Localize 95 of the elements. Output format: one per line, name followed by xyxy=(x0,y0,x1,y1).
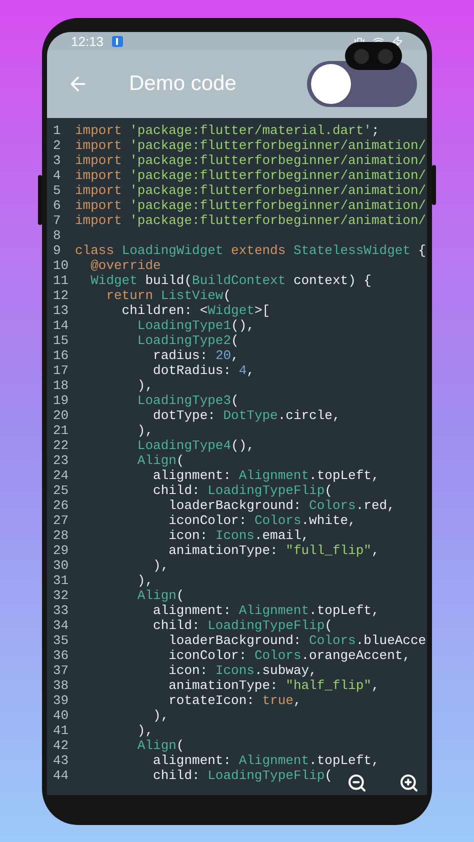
line-number: 40 xyxy=(53,708,70,723)
code-line: import 'package:flutter/material.dart'; xyxy=(75,123,380,138)
code-line: dotRadius: 4, xyxy=(152,363,254,378)
status-time: 12:13 xyxy=(71,34,104,48)
line-number: 33 xyxy=(53,603,70,618)
line-number: 43 xyxy=(53,753,70,768)
code-line: Align( xyxy=(136,453,184,468)
code-line: ), xyxy=(136,423,154,438)
code-line: loaderBackground: Colors.red, xyxy=(168,498,395,513)
code-line: alignment: Alignment.topLeft, xyxy=(152,753,380,768)
code-line: import 'package:flutterforbeginner/animation/ xyxy=(75,213,426,228)
line-number: 6 xyxy=(53,198,62,213)
code-line: dotType: DotType.circle, xyxy=(152,408,340,423)
line-number: 10 xyxy=(53,258,70,273)
code-line: alignment: Alignment.topLeft, xyxy=(152,603,380,618)
line-number: 22 xyxy=(53,438,70,453)
code-line: child: LoadingTypeFlip( xyxy=(152,768,332,783)
usb-icon xyxy=(112,36,123,46)
code-line: ), xyxy=(152,708,169,723)
code-line: iconColor: Colors.orangeAccent, xyxy=(168,648,410,663)
code-line: import 'package:flutterforbeginner/animation/ xyxy=(75,168,426,183)
theme-switch[interactable] xyxy=(307,61,417,107)
line-number: 20 xyxy=(53,408,70,423)
line-number: 31 xyxy=(53,573,70,588)
code-line: icon: Icons.email, xyxy=(168,528,310,543)
line-number: 25 xyxy=(53,483,70,498)
line-number: 26 xyxy=(53,498,70,513)
zoom-in-button[interactable] xyxy=(399,773,419,793)
line-number: 34 xyxy=(53,618,70,633)
code-line: @override xyxy=(90,258,161,273)
code-line: Align( xyxy=(136,738,184,753)
line-number: 21 xyxy=(53,423,70,438)
line-number: 4 xyxy=(53,168,62,183)
code-line: animationType: "half_flip", xyxy=(168,678,380,693)
line-number: 27 xyxy=(53,513,70,528)
line-number: 3 xyxy=(53,153,62,168)
line-number: 24 xyxy=(53,468,70,483)
line-number: 39 xyxy=(53,693,70,708)
code-line: LoadingType2( xyxy=(136,333,239,348)
line-number: 32 xyxy=(53,588,70,603)
code-line: ), xyxy=(152,558,169,573)
zoom-out-button[interactable] xyxy=(347,773,367,793)
line-number: 37 xyxy=(53,663,70,678)
camera-cutout xyxy=(345,42,402,70)
line-number: 12 xyxy=(53,288,70,303)
code-line: import 'package:flutterforbeginner/animation/ xyxy=(75,138,426,153)
line-number: 1 xyxy=(53,123,62,138)
code-line: rotateIcon: true, xyxy=(168,693,302,708)
line-number: 14 xyxy=(53,318,70,333)
line-number: 36 xyxy=(53,648,70,663)
code-line: animationType: "full_flip", xyxy=(168,543,380,558)
line-number: 16 xyxy=(53,348,70,363)
battery-charging-icon xyxy=(392,36,403,46)
code-line: ), xyxy=(136,378,154,393)
code-line: child: LoadingTypeFlip( xyxy=(152,618,332,633)
code-line: alignment: Alignment.topLeft, xyxy=(152,468,380,483)
line-number: 44 xyxy=(53,768,70,783)
line-number: 13 xyxy=(53,303,70,318)
line-number: 9 xyxy=(53,243,62,258)
code-line: icon: Icons.subway, xyxy=(168,663,317,678)
line-number: 5 xyxy=(53,183,62,198)
line-number: 19 xyxy=(53,393,70,408)
code-line: import 'package:flutterforbeginner/animation/ xyxy=(75,183,426,198)
line-number: 17 xyxy=(53,363,70,378)
line-number: 2 xyxy=(53,138,62,153)
code-line: import 'package:flutterforbeginner/animation/ xyxy=(75,153,426,168)
code-line: import 'package:flutterforbeginner/animation/ xyxy=(75,198,426,213)
line-number: 42 xyxy=(53,738,70,753)
code-line: Widget build(BuildContext context) { xyxy=(90,273,372,288)
code-line: LoadingType4(), xyxy=(136,438,254,453)
code-line: children: <Widget>[ xyxy=(120,303,270,318)
line-number: 41 xyxy=(53,723,70,738)
line-number: 30 xyxy=(53,558,70,573)
code-line: radius: 20, xyxy=(152,348,239,363)
line-number: 35 xyxy=(53,633,70,648)
line-number: 15 xyxy=(53,333,70,348)
code-line: class LoadingWidget extends StatelessWidget { xyxy=(75,243,426,258)
line-number: 11 xyxy=(53,273,70,288)
code-line: return ListView( xyxy=(105,288,232,303)
code-line: ), xyxy=(136,573,154,588)
code-line: child: LoadingTypeFlip( xyxy=(152,483,332,498)
code-line: loaderBackground: Colors.blueAcce xyxy=(168,633,426,648)
line-number: 38 xyxy=(53,678,70,693)
code-line: ), xyxy=(136,723,154,738)
line-number: 18 xyxy=(53,378,70,393)
line-number: 29 xyxy=(53,543,70,558)
line-number: 28 xyxy=(53,528,70,543)
code-line: LoadingType3( xyxy=(136,393,239,408)
code-line: iconColor: Colors.white, xyxy=(168,513,356,528)
code-line: Align( xyxy=(136,588,184,603)
code-line: LoadingType1(), xyxy=(136,318,254,333)
line-number: 8 xyxy=(53,228,62,243)
line-number: 23 xyxy=(53,453,70,468)
app-title: Demo code xyxy=(129,71,238,98)
line-number: 7 xyxy=(53,213,62,228)
